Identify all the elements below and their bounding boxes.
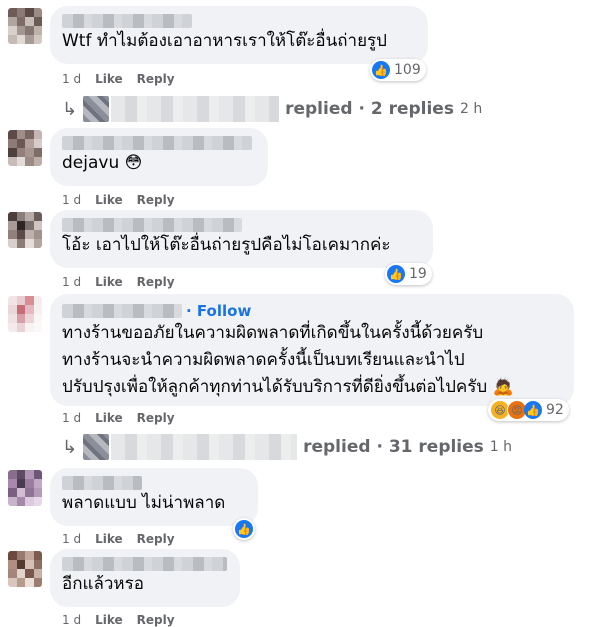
- replies-time: 1 h: [489, 439, 513, 455]
- comment-actions: 1 d Like Reply: [62, 193, 189, 207]
- replier-avatar: [83, 434, 110, 460]
- avatar[interactable]: [8, 551, 42, 587]
- comment-time[interactable]: 1 d: [62, 193, 81, 207]
- comment-text-line: ปรับปรุงเพื่อให้ลูกค้าทุกท่านได้รับบริกา…: [62, 377, 514, 397]
- reaction-summary[interactable]: 👍 109: [370, 59, 426, 81]
- comment-text: โอ้ะ เอาไปให้โต๊ะอื่นถ่ายรูปคือไม่โอเคมา…: [62, 235, 391, 255]
- reply-arrow-icon: ↳: [62, 98, 78, 120]
- replies-count: replied · 2 replies: [285, 99, 454, 119]
- replier-avatar: [83, 96, 110, 122]
- view-replies-link[interactable]: ↳ replied · 2 replies 2 h: [62, 96, 482, 122]
- comment-actions: 1 d Like Reply: [62, 275, 189, 289]
- commenter-name[interactable]: [62, 476, 142, 490]
- thumbs-up-icon: 👍: [387, 265, 405, 283]
- reaction-summary[interactable]: 👍: [233, 518, 255, 540]
- reply-button[interactable]: Reply: [137, 193, 175, 207]
- replier-name: [111, 96, 280, 122]
- comment-bubble: dejavu 😳: [50, 128, 268, 186]
- comment-text: อีกแล้วหรอ: [62, 574, 144, 594]
- follow-button[interactable]: · Follow: [186, 302, 251, 320]
- avatar[interactable]: [8, 212, 42, 248]
- reaction-summary[interactable]: 👍 19: [385, 263, 432, 285]
- avatar[interactable]: [8, 470, 42, 506]
- comment-text: พลาดแบบ ไม่น่าพลาด: [62, 493, 226, 513]
- reply-button[interactable]: Reply: [137, 532, 175, 546]
- reply-button[interactable]: Reply: [137, 411, 175, 425]
- comment-text-line: ทางร้านขออภัยในความผิดพลาดที่เกิดขึ้นในค…: [62, 323, 484, 343]
- commenter-name[interactable]: [62, 218, 242, 232]
- comment-text: Wtf ทำไมต้องเอาอาหารเราให้โต๊ะอื่นถ่ายรู…: [62, 31, 387, 51]
- comment-bubble: อีกแล้วหรอ: [50, 549, 240, 607]
- comment-bubble: · Follow ทางร้านขออภัยในความผิดพลาดที่เก…: [50, 294, 574, 406]
- view-replies-link[interactable]: ↳ replied · 31 replies 1 h: [62, 434, 512, 460]
- avatar[interactable]: [8, 130, 42, 166]
- like-button[interactable]: Like: [95, 411, 123, 425]
- avatar[interactable]: [8, 8, 42, 44]
- reaction-count: 109: [394, 62, 421, 78]
- comment-actions: 1 d Like Reply: [62, 532, 189, 546]
- like-button[interactable]: Like: [95, 72, 123, 86]
- reaction-count: 19: [409, 266, 427, 282]
- comment-bubble: พลาดแบบ ไม่น่าพลาด: [50, 468, 258, 526]
- replies-time: 2 h: [459, 101, 483, 117]
- thumbs-up-icon: 👍: [235, 520, 253, 538]
- reaction-count: 92: [546, 402, 564, 418]
- replier-name: [111, 434, 298, 460]
- like-button[interactable]: Like: [95, 193, 123, 207]
- reply-arrow-icon: ↳: [62, 436, 78, 458]
- thumbs-up-icon: 👍: [372, 61, 390, 79]
- comment-actions: 1 d Like Reply: [62, 72, 189, 86]
- comment-time[interactable]: 1 d: [62, 275, 81, 289]
- commenter-name[interactable]: [62, 14, 192, 28]
- thumbs-up-icon: 👍: [524, 401, 542, 419]
- commenter-name[interactable]: [62, 557, 227, 571]
- reaction-summary[interactable]: 😆 😡 👍 92: [488, 399, 569, 421]
- reply-button[interactable]: Reply: [137, 275, 175, 289]
- comment-time[interactable]: 1 d: [62, 72, 81, 86]
- avatar[interactable]: [8, 296, 42, 332]
- comment-bubble: Wtf ทำไมต้องเอาอาหารเราให้โต๊ะอื่นถ่ายรู…: [50, 6, 428, 64]
- like-button[interactable]: Like: [95, 275, 123, 289]
- comment-text-line: ทางร้านจะนำความผิดพลาดครั้งนี้เป็นบทเรีย…: [62, 350, 465, 370]
- like-button[interactable]: Like: [95, 532, 123, 546]
- reply-button[interactable]: Reply: [137, 72, 175, 86]
- comment-bubble: โอ้ะ เอาไปให้โต๊ะอื่นถ่ายรูปคือไม่โอเคมา…: [50, 210, 433, 268]
- commenter-name[interactable]: [62, 304, 182, 318]
- commenter-name[interactable]: [62, 136, 252, 150]
- comment-time[interactable]: 1 d: [62, 411, 81, 425]
- comment-text: dejavu 😳: [62, 153, 143, 173]
- replies-count: replied · 31 replies: [303, 437, 484, 457]
- comment-time[interactable]: 1 d: [62, 532, 81, 546]
- comment-actions: 1 d Like Reply: [62, 411, 189, 425]
